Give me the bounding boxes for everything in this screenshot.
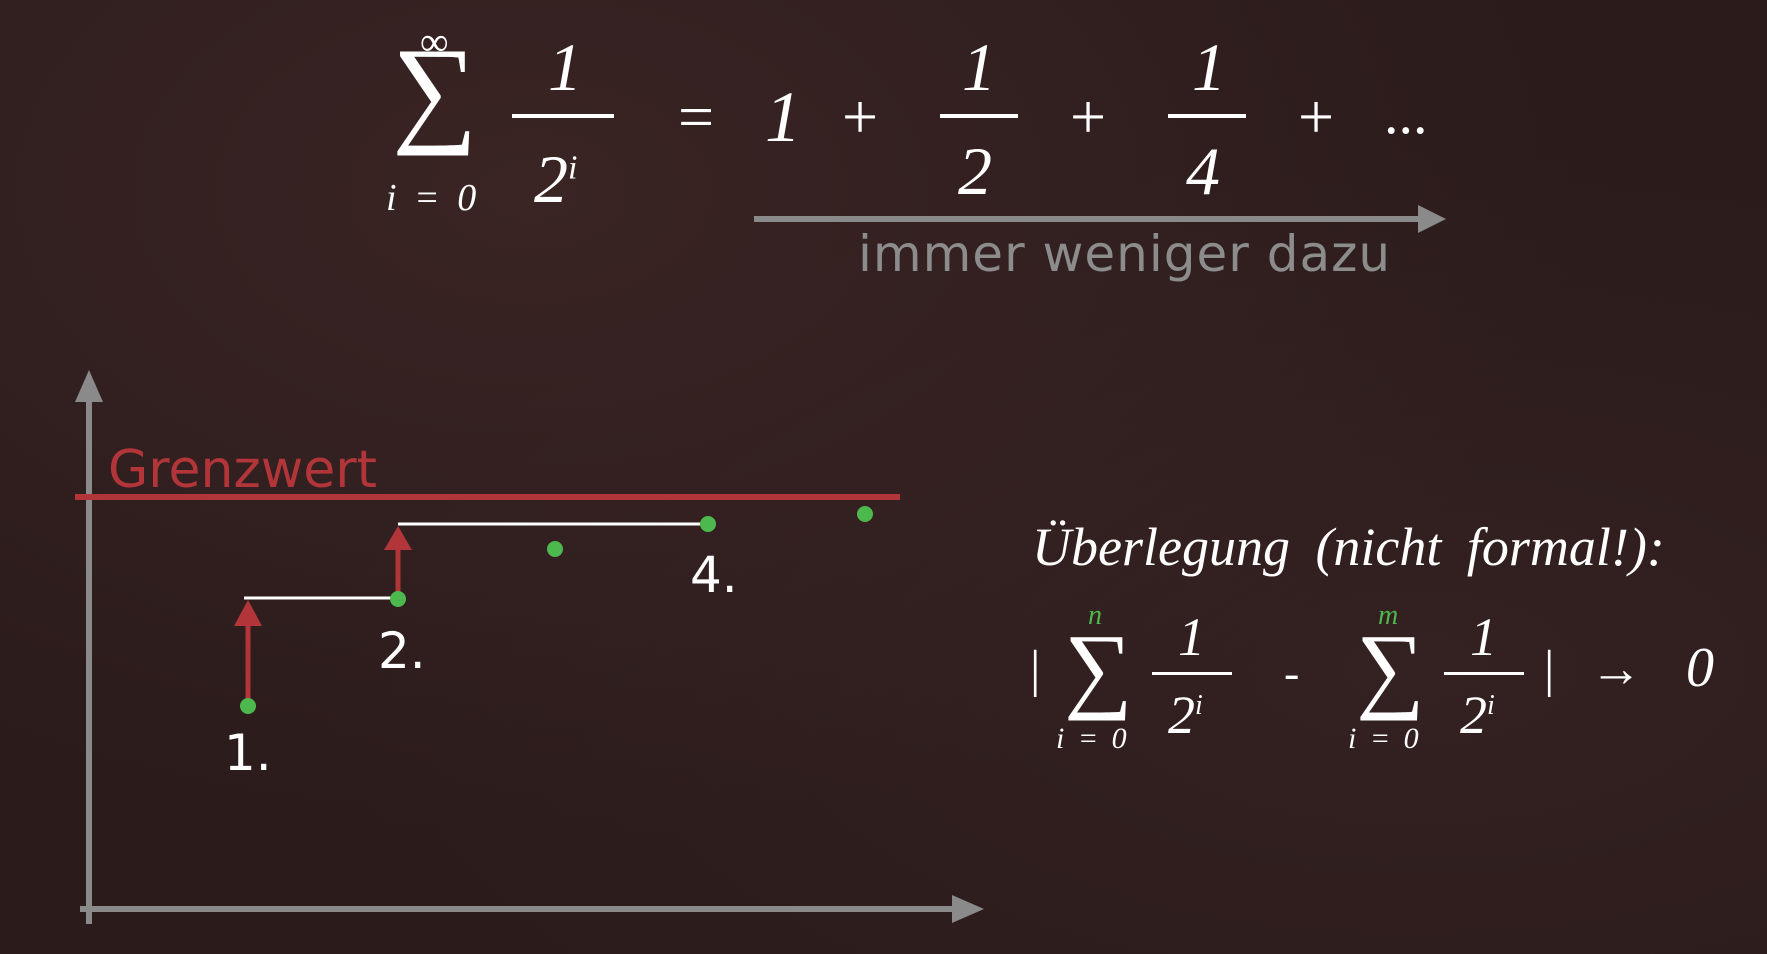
point-label-2: 2. <box>378 622 426 680</box>
sequence-point-4 <box>700 516 716 532</box>
sum1-denominator-exponent: i <box>1195 690 1203 721</box>
sum2-symbol: ∑ <box>1356 614 1425 721</box>
point-label-4: 4. <box>690 546 738 604</box>
sequence-point-1 <box>240 698 256 714</box>
consideration-title: Überlegung (nicht formal!): <box>1032 517 1665 577</box>
sum1-denominator: 2i <box>1168 684 1203 746</box>
arrow-caption: immer weniger dazu <box>858 225 1392 283</box>
sum1-fraction-bar <box>1152 672 1232 675</box>
minus-sign: - <box>1284 647 1300 698</box>
tends-to-arrow: → <box>1590 641 1642 698</box>
sum1-numerator: 1 <box>1178 607 1205 667</box>
sum2-denominator-exponent: i <box>1487 690 1495 721</box>
sequence-point-2 <box>390 591 406 607</box>
sequence-point-5 <box>857 506 873 522</box>
x-axis-arrowhead <box>952 895 984 923</box>
sum1-denominator-base: 2 <box>1168 685 1195 745</box>
sequence-point-3 <box>547 541 563 557</box>
increment-arrow-2-head <box>384 526 412 550</box>
sum2-denominator: 2i <box>1460 684 1495 746</box>
limit-zero: 0 <box>1686 637 1714 699</box>
abs-bar-right: | <box>1544 641 1555 698</box>
sum2-fraction-bar <box>1444 672 1524 675</box>
sum2-lower-limit: i = 0 <box>1348 722 1419 755</box>
limit-label: Grenzwert <box>108 440 378 500</box>
sum1-symbol: ∑ <box>1064 614 1133 721</box>
sum1-lower-limit: i = 0 <box>1056 722 1127 755</box>
sum2-denominator-base: 2 <box>1460 685 1487 745</box>
y-axis-arrowhead <box>75 370 103 402</box>
abs-bar-left: | <box>1030 641 1041 698</box>
increment-arrow-1-head <box>234 600 262 626</box>
point-label-1: 1. <box>224 724 272 782</box>
progress-arrow-head <box>1418 205 1446 233</box>
sum2-numerator: 1 <box>1470 607 1497 667</box>
